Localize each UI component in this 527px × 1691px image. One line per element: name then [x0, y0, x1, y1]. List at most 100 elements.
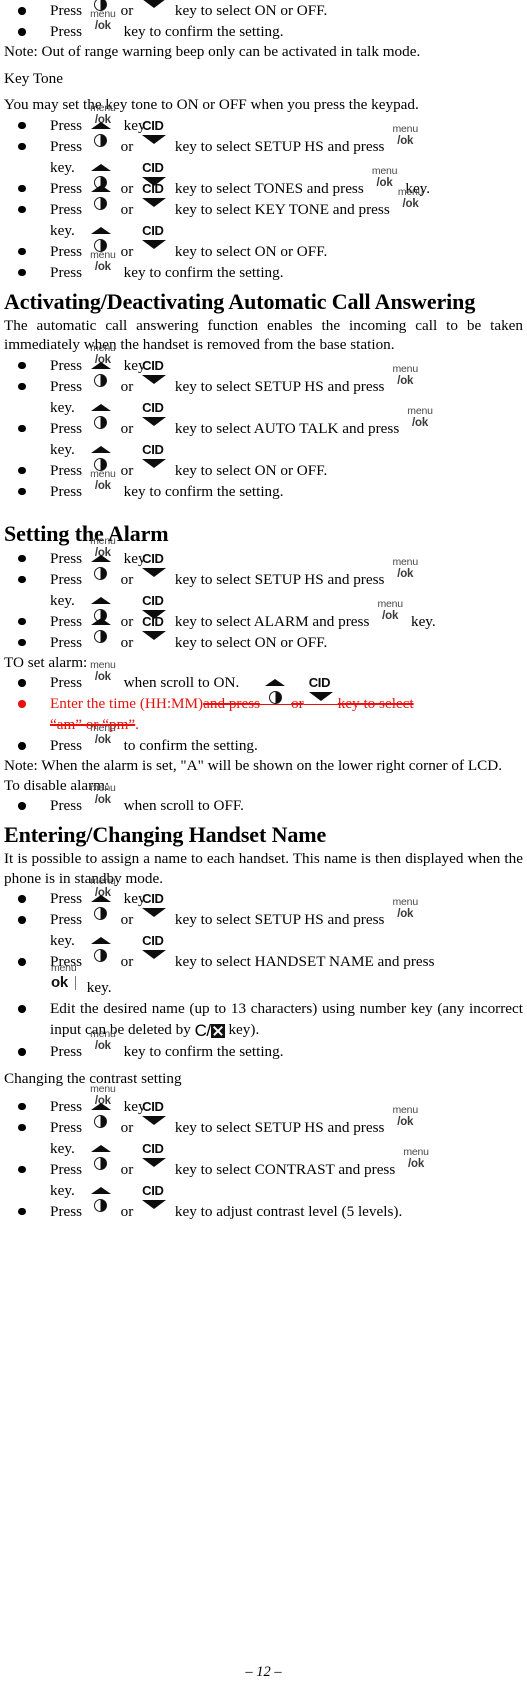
step-press-label: Press [50, 200, 83, 218]
cid-label: CID [142, 933, 164, 948]
ok-bold-key-icon: menu ok [50, 963, 80, 992]
cid-label: CID [142, 1182, 164, 1198]
step-text: key to select ON or OFF. [174, 461, 328, 479]
menu-ok-key-icon: menu /ok [90, 723, 116, 750]
menu-ok-key-icon: menu /ok [392, 897, 419, 924]
step-text: key to select SETUP HS and press [174, 1118, 385, 1136]
up-key-icon [90, 1144, 113, 1174]
list-item: Press or CID key to select SETUP HS and … [4, 359, 523, 418]
cid-label: CID [142, 613, 164, 629]
step-text: key to select ON or OFF. [174, 633, 328, 651]
revision-period: . [135, 716, 139, 733]
ok-label: /ok [376, 176, 393, 189]
step-text: key to select SETUP HS and press [174, 137, 385, 155]
up-key-icon [90, 554, 113, 584]
cid-label: CID [142, 159, 164, 175]
bullet-dot [18, 554, 26, 562]
step-press-label: Press [50, 549, 83, 567]
bullet-dot [18, 742, 26, 750]
step-text-cont: key. [50, 221, 75, 239]
step-press-label: Press [50, 377, 83, 395]
menu-label: menu [90, 1028, 116, 1040]
step-or-label: or [120, 633, 134, 651]
list-item: Press or CID key to select TONES and pre… [4, 161, 523, 199]
page-number: – 12 – [245, 1664, 282, 1680]
step-press-label: Press [50, 356, 83, 374]
cid-label: CID [142, 592, 164, 608]
ok-label: /ok [397, 908, 414, 920]
step-text: key to select SETUP HS and press [174, 570, 385, 588]
alarm-note: Note: When the alarm is set, "A" will be… [4, 757, 503, 774]
down-cid-key-icon: CID [141, 1142, 167, 1174]
menu-label: menu [392, 122, 419, 135]
step-press-label: Press [50, 263, 83, 281]
step-press-label: Press [50, 612, 83, 630]
step-text: key to select ALARM and press [174, 612, 370, 630]
section-heading-handset-name: Entering/Changing Handset Name [4, 822, 327, 847]
menu-label: menu [90, 8, 116, 20]
bullet-dot [18, 466, 26, 474]
step-text-cont: key. [50, 440, 75, 458]
alarm-to-disable-label: To disable alarm: [4, 776, 110, 794]
step-press-label: Press [50, 1043, 83, 1060]
menu-label: menu [407, 404, 433, 417]
menu-label: menu [51, 962, 77, 974]
ok-label: /ok [382, 609, 399, 622]
revision-text-deleted-or: or [291, 695, 304, 712]
step-or-label: or [120, 137, 134, 155]
list-item: Press menu /ok key. [4, 342, 523, 376]
up-key-icon [264, 679, 287, 708]
step-press-label: Press [50, 2, 83, 19]
step-text: key to select SETUP HS and press [174, 377, 385, 395]
step-text: when scroll to OFF. [123, 797, 244, 814]
menu-label: menu [90, 534, 116, 547]
up-key-icon [90, 937, 113, 966]
down-cid-key-icon: CID [141, 443, 167, 475]
list-item: Press menu /ok key to confirm the settin… [4, 9, 523, 42]
ok-label: /ok [94, 671, 111, 683]
edit-name-tail: key). [228, 1021, 260, 1038]
bullet-dot [18, 1123, 26, 1131]
list-item: Press menu /ok key. [4, 1083, 523, 1117]
step-text-cont: key. [50, 932, 75, 949]
bullet-dot [18, 184, 26, 192]
bullet-dot [18, 1102, 26, 1110]
list-item-revision-strikethrough: Enter the time (HH:MM)and press or CID key … [4, 676, 523, 735]
step-or-label: or [120, 377, 134, 395]
step-text: to confirm the setting. [123, 737, 258, 754]
menu-ok-key-icon: menu /ok [407, 405, 433, 433]
bullet-dot [18, 1165, 26, 1173]
up-key-icon [90, 184, 113, 214]
step-text-cont: key. [50, 1181, 75, 1199]
cid-label: CID [308, 675, 331, 690]
ok-label: /ok [94, 260, 111, 273]
section-heading-auto-answer: Activating/Deactivating Automatic Call A… [4, 288, 476, 314]
step-press-label: Press [50, 179, 83, 197]
step-or-label: or [120, 953, 134, 970]
menu-ok-key-icon: menu /ok [377, 598, 403, 626]
cid-label: CID [142, 550, 164, 566]
step-or-label: or [120, 1118, 134, 1136]
list-item: Press menu /ok key. [4, 876, 523, 909]
step-text: key to confirm the setting. [123, 1043, 284, 1060]
down-cid-key-icon: CID [141, 934, 167, 966]
list-item: Press menu /ok when scroll to ON. [4, 660, 523, 693]
down-cid-key-icon: CID [141, 1184, 167, 1216]
menu-label: menu [90, 722, 116, 734]
list-item: Press menu /ok key to confirm the settin… [4, 249, 523, 283]
bullet-dot [18, 205, 26, 213]
step-press-label: Press [50, 482, 83, 500]
down-cid-key-icon: CID [308, 676, 334, 708]
list-item: Press or CID key to select AUTO TALK and… [4, 401, 523, 460]
ok-label: /ok [397, 567, 414, 580]
menu-label: menu [90, 467, 116, 480]
bullet-dot [18, 802, 26, 810]
menu-label: menu [90, 875, 116, 887]
down-cid-key-icon: CID [141, 1100, 167, 1132]
bullet-dot [18, 7, 26, 15]
clear-prefix: C/ [194, 1021, 212, 1040]
menu-ok-key-icon: menu /ok [90, 783, 116, 810]
step-or-label: or [120, 1202, 134, 1220]
section-intro-auto-answer: The automatic call answering function en… [4, 316, 523, 354]
revision-text-kept: Enter the time (HH:MM) [50, 695, 204, 712]
